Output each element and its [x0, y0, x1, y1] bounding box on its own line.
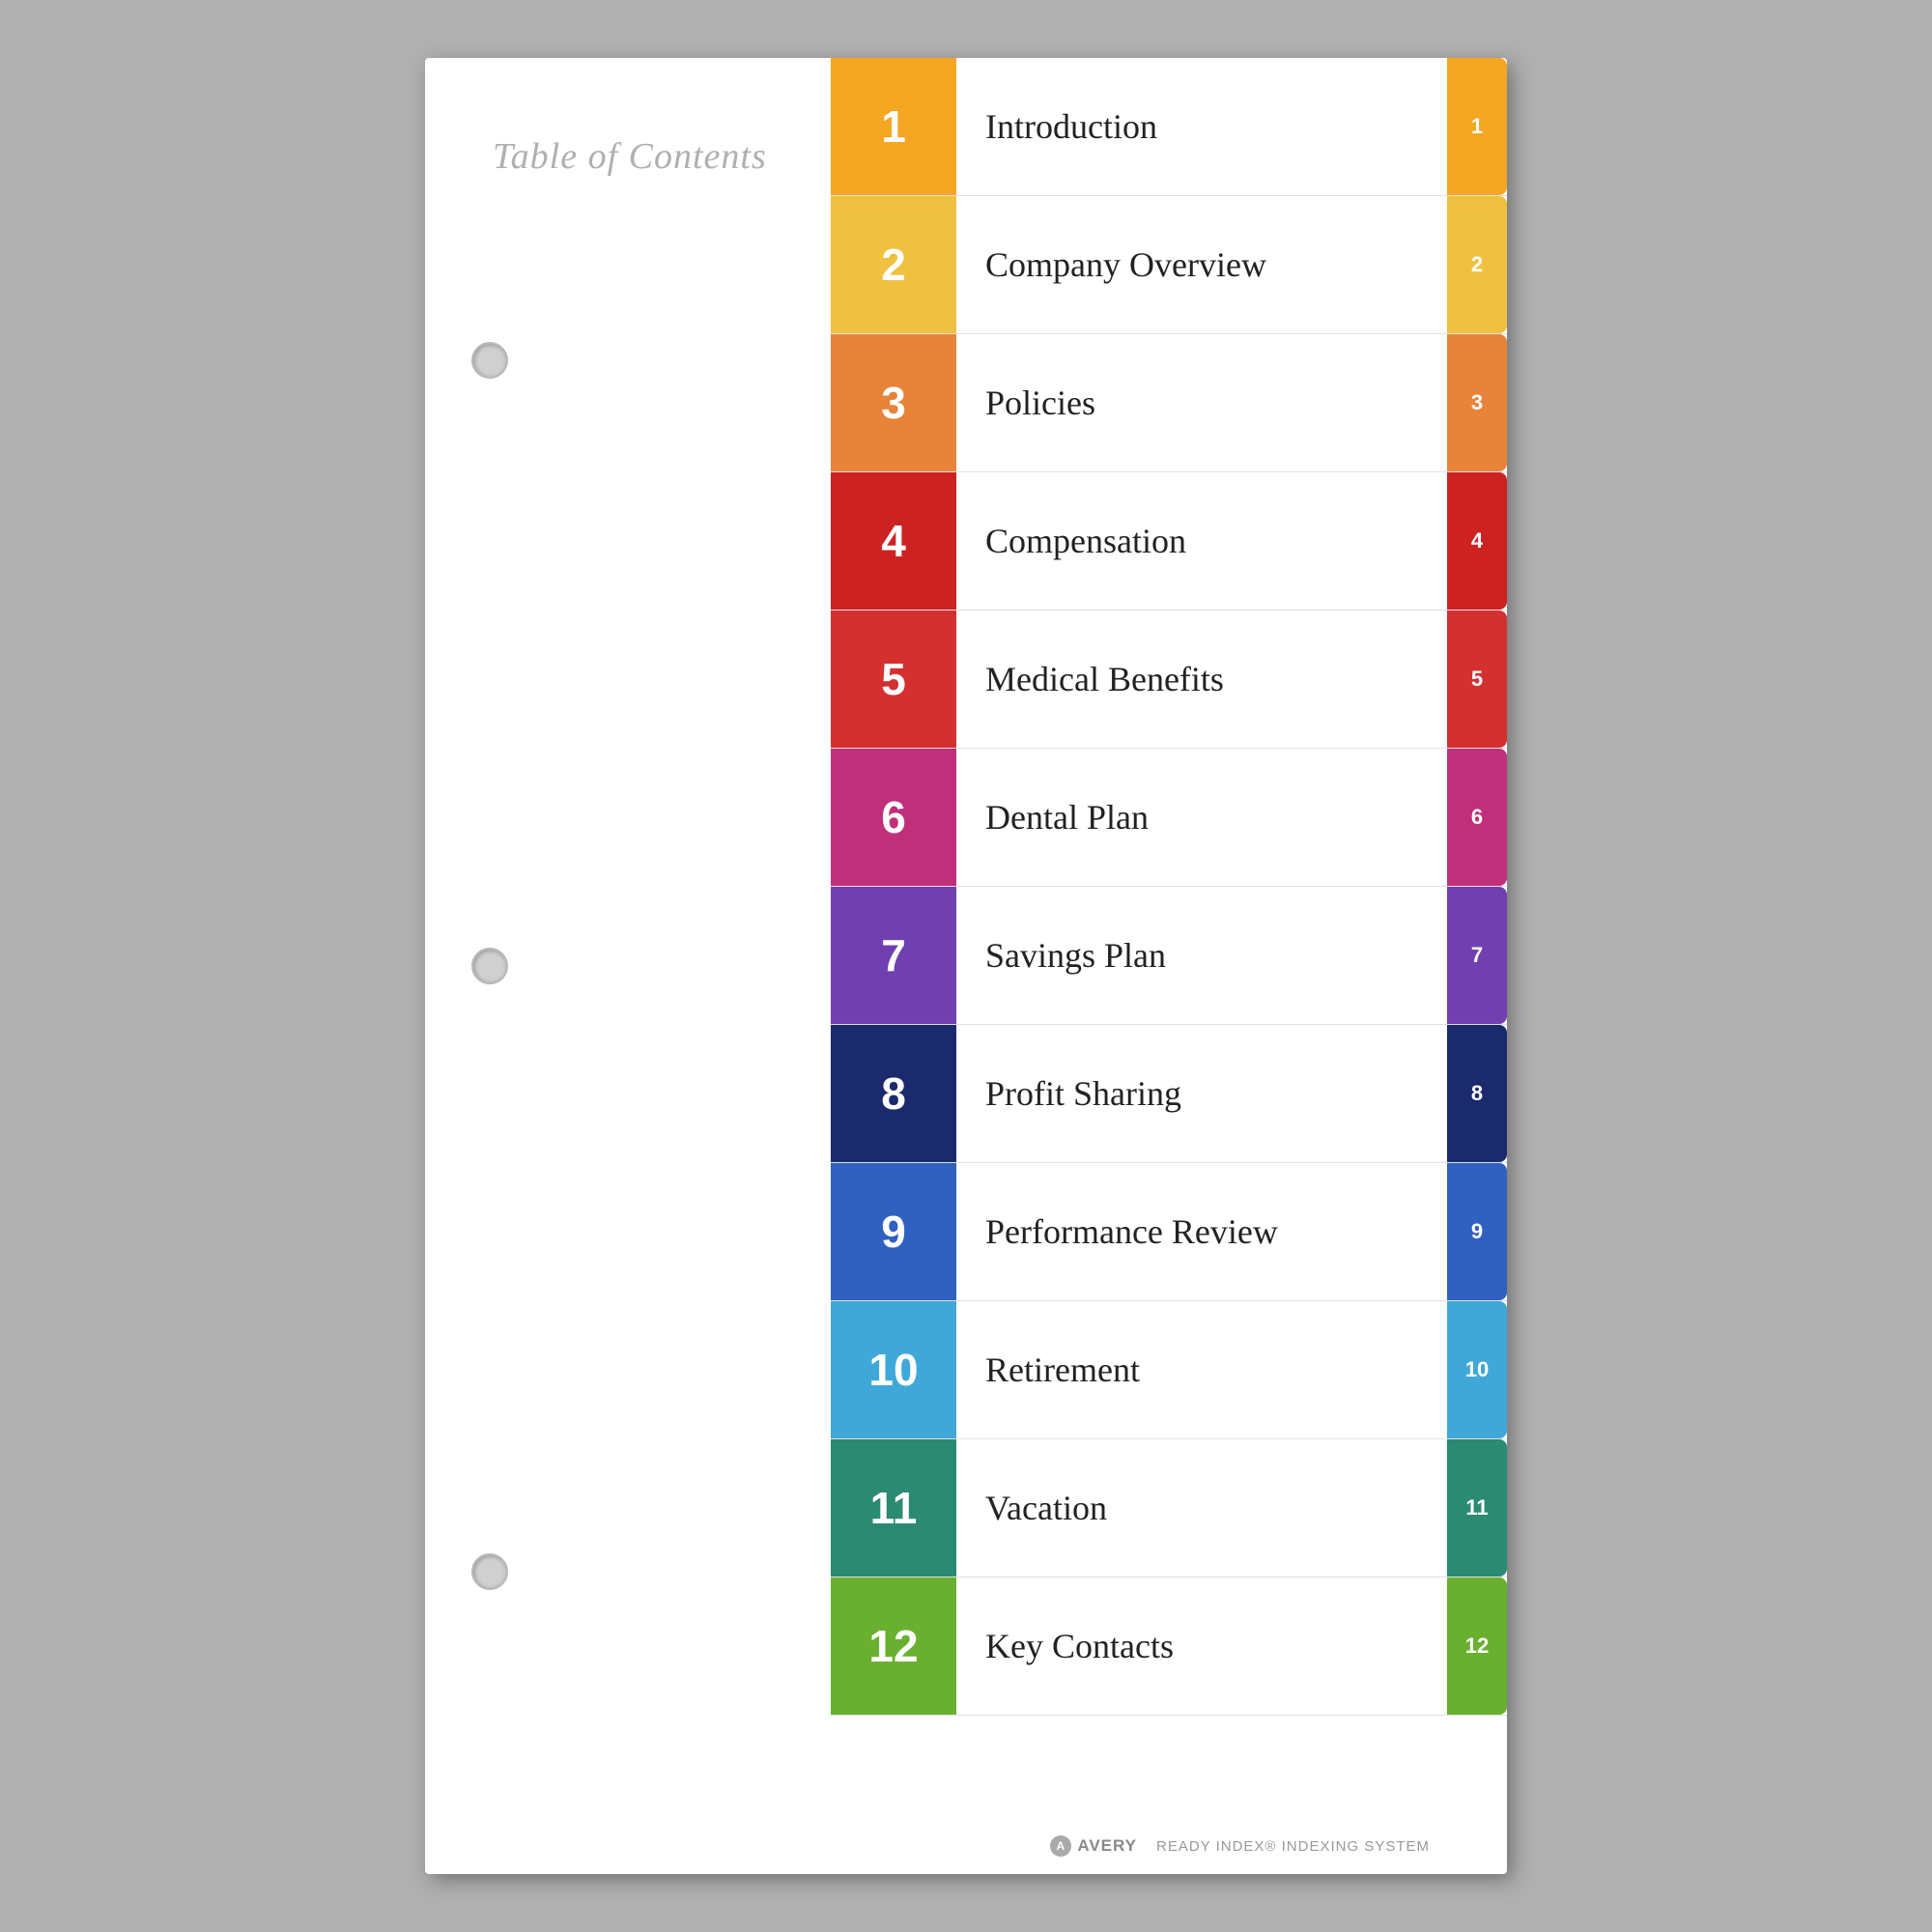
num-box-3: 3	[831, 334, 956, 471]
binder-hole-bottom	[471, 1553, 508, 1590]
num-box-7: 7	[831, 887, 956, 1024]
toc-title: Table of Contents	[493, 136, 767, 177]
num-box-6: 6	[831, 749, 956, 886]
tab-stub-5[interactable]: 5	[1447, 611, 1507, 748]
label-area-10: Retirement	[956, 1301, 1447, 1438]
num-box-9: 9	[831, 1163, 956, 1300]
tab-stub-3[interactable]: 3	[1447, 334, 1507, 471]
num-box-10: 10	[831, 1301, 956, 1438]
label-area-12: Key Contacts	[956, 1577, 1447, 1715]
toc-entry-3[interactable]: 3 Policies 3	[831, 334, 1507, 472]
label-area-9: Performance Review	[956, 1163, 1447, 1300]
avery-brand: AVERY	[1077, 1836, 1137, 1856]
label-area-11: Vacation	[956, 1439, 1447, 1577]
footer-tagline: READY INDEX® INDEXING SYSTEM	[1156, 1838, 1430, 1855]
label-area-2: Company Overview	[956, 196, 1447, 333]
label-area-1: Introduction	[956, 58, 1447, 195]
toc-entry-10[interactable]: 10 Retirement 10	[831, 1301, 1507, 1439]
tab-stub-2[interactable]: 2	[1447, 196, 1507, 333]
toc-entry-4[interactable]: 4 Compensation 4	[831, 472, 1507, 611]
toc-entry-12[interactable]: 12 Key Contacts 12	[831, 1577, 1507, 1716]
toc-entry-5[interactable]: 5 Medical Benefits 5	[831, 611, 1507, 749]
num-box-2: 2	[831, 196, 956, 333]
tab-stub-1[interactable]: 1	[1447, 58, 1507, 195]
label-area-3: Policies	[956, 334, 1447, 471]
tab-stub-9[interactable]: 9	[1447, 1163, 1507, 1300]
tab-stub-4[interactable]: 4	[1447, 472, 1507, 610]
binder-hole-middle	[471, 948, 508, 984]
toc-entry-2[interactable]: 2 Company Overview 2	[831, 196, 1507, 334]
label-area-6: Dental Plan	[956, 749, 1447, 886]
right-panel: 1 Introduction 1 2 Company Overview 2 3 …	[831, 58, 1507, 1874]
footer: A AVERY READY INDEX® INDEXING SYSTEM	[1050, 1835, 1430, 1857]
binder-holes	[471, 58, 508, 1874]
avery-logo-symbol: A	[1050, 1835, 1071, 1857]
toc-entry-8[interactable]: 8 Profit Sharing 8	[831, 1025, 1507, 1163]
tab-stub-12[interactable]: 12	[1447, 1577, 1507, 1715]
binder-hole-top	[471, 342, 508, 379]
label-area-8: Profit Sharing	[956, 1025, 1447, 1162]
toc-entry-1[interactable]: 1 Introduction 1	[831, 58, 1507, 196]
tab-stub-8[interactable]: 8	[1447, 1025, 1507, 1162]
avery-logo: A AVERY	[1050, 1835, 1137, 1857]
label-area-7: Savings Plan	[956, 887, 1447, 1024]
num-box-1: 1	[831, 58, 956, 195]
left-panel: Table of Contents	[425, 58, 831, 1874]
num-box-12: 12	[831, 1577, 956, 1715]
num-box-5: 5	[831, 611, 956, 748]
label-area-5: Medical Benefits	[956, 611, 1447, 748]
num-box-8: 8	[831, 1025, 956, 1162]
toc-entry-11[interactable]: 11 Vacation 11	[831, 1439, 1507, 1577]
page: Table of Contents 1 Introduction 1 2 Com…	[425, 58, 1507, 1874]
toc-entry-9[interactable]: 9 Performance Review 9	[831, 1163, 1507, 1301]
title-area: Table of Contents	[464, 116, 767, 178]
tab-stub-10[interactable]: 10	[1447, 1301, 1507, 1438]
num-box-11: 11	[831, 1439, 956, 1577]
label-area-4: Compensation	[956, 472, 1447, 610]
toc-entry-6[interactable]: 6 Dental Plan 6	[831, 749, 1507, 887]
tab-stub-7[interactable]: 7	[1447, 887, 1507, 1024]
tab-stub-6[interactable]: 6	[1447, 749, 1507, 886]
num-box-4: 4	[831, 472, 956, 610]
toc-entry-7[interactable]: 7 Savings Plan 7	[831, 887, 1507, 1025]
tab-stub-11[interactable]: 11	[1447, 1439, 1507, 1577]
